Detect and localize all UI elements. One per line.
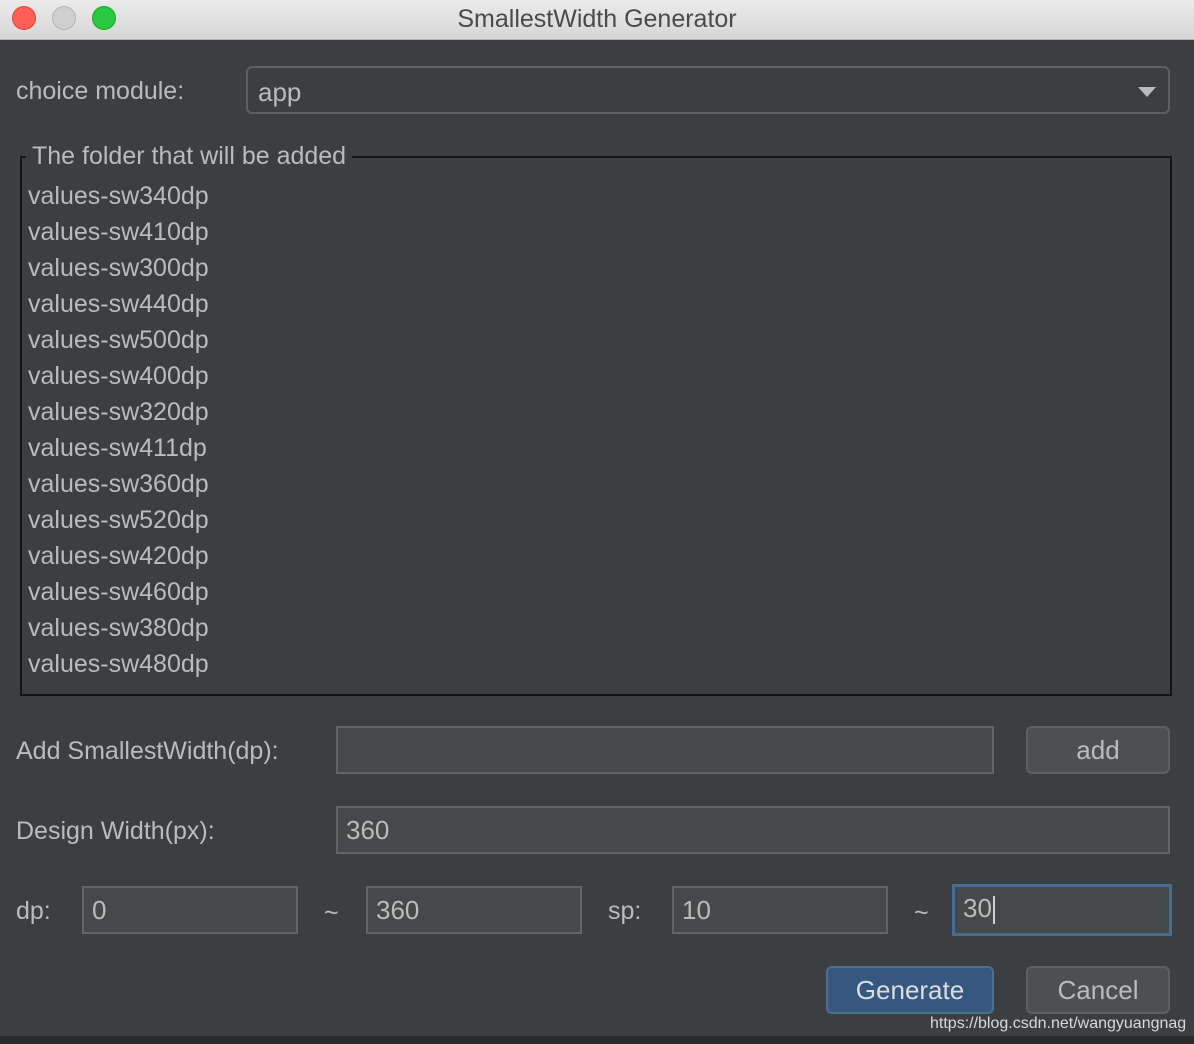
design-width-input[interactable]: 360: [336, 806, 1170, 854]
folder-list-item[interactable]: values-sw520dp: [28, 502, 209, 538]
design-width-label: Design Width(px):: [16, 817, 215, 845]
background-strip: [0, 1036, 1194, 1044]
folder-list-item[interactable]: values-sw460dp: [28, 574, 209, 610]
folder-list: values-sw340dp values-sw410dp values-sw300…: [28, 178, 209, 682]
folder-list-item[interactable]: values-sw411dp: [28, 430, 209, 466]
dp-label: dp:: [16, 897, 51, 925]
folder-list-item[interactable]: values-sw440dp: [28, 286, 209, 322]
folder-list-item[interactable]: values-sw500dp: [28, 322, 209, 358]
folder-list-item[interactable]: values-sw340dp: [28, 178, 209, 214]
folder-list-item[interactable]: values-sw420dp: [28, 538, 209, 574]
window-title: SmallestWidth Generator: [457, 5, 737, 33]
sp-to-input[interactable]: 30: [952, 884, 1172, 936]
text-caret: [992, 896, 995, 925]
sp-label: sp:: [608, 897, 642, 925]
folder-list-item[interactable]: values-sw300dp: [28, 250, 209, 286]
folder-list-item[interactable]: values-sw480dp: [28, 646, 209, 682]
folder-list-item[interactable]: values-sw410dp: [28, 214, 209, 250]
title-bar: SmallestWidth Generator: [0, 0, 1194, 40]
cancel-button[interactable]: Cancel: [1026, 966, 1170, 1014]
watermark: https://blog.csdn.net/wangyuangnag: [930, 1015, 1187, 1032]
dp-from-input[interactable]: 0: [82, 886, 298, 934]
sp-to-value: 30: [963, 893, 992, 923]
module-label: choice module:: [16, 77, 185, 105]
folder-list-item[interactable]: values-sw380dp: [28, 610, 209, 646]
add-width-label: Add SmallestWidth(dp):: [16, 737, 279, 765]
module-select-value: app: [258, 77, 302, 107]
folder-list-item[interactable]: values-sw360dp: [28, 466, 209, 502]
sp-range-separator: ~: [914, 899, 929, 927]
folder-list-item[interactable]: values-sw320dp: [28, 394, 209, 430]
add-button[interactable]: add: [1026, 726, 1170, 774]
dp-range-separator: ~: [324, 899, 339, 927]
sp-from-input[interactable]: 10: [672, 886, 888, 934]
folder-list-item[interactable]: values-sw400dp: [28, 358, 209, 394]
dp-to-input[interactable]: 360: [366, 886, 582, 934]
folder-groupbox-title: The folder that will be added: [26, 141, 353, 171]
chevron-down-icon: [1138, 87, 1156, 97]
module-select[interactable]: app: [246, 66, 1170, 114]
add-width-input[interactable]: [336, 726, 994, 774]
generate-button[interactable]: Generate: [826, 966, 994, 1014]
